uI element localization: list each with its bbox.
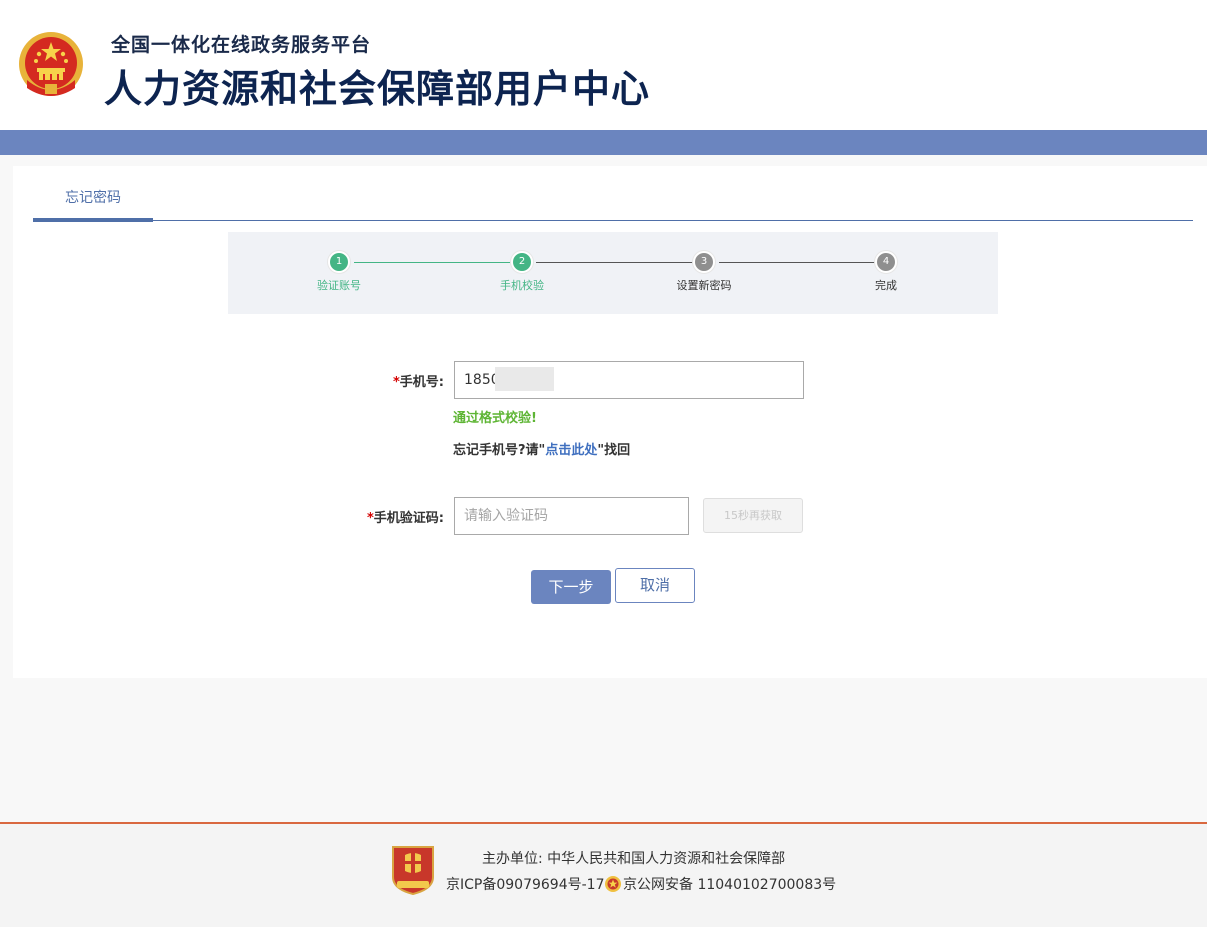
sponsor-text: 主办单位: 中华人民共和国人力资源和社会保障部: [482, 851, 786, 867]
resend-code-button[interactable]: 15秒再获取: [703, 498, 803, 533]
forgot-phone-link[interactable]: 点击此处: [545, 443, 597, 458]
step-4: 4 完成: [841, 251, 931, 293]
step-4-circle: 4: [875, 251, 897, 273]
forgot-phone-hint: 忘记手机号?请"点击此处"找回: [453, 439, 630, 458]
tab-forgot-password[interactable]: 忘记密码: [33, 188, 153, 222]
sms-code-input[interactable]: [454, 497, 689, 535]
forgot-phone-suffix: "找回: [597, 443, 631, 458]
phone-label: *手机号:: [393, 371, 444, 390]
icp-record-link[interactable]: 京ICP备09079694号-17: [446, 874, 604, 894]
cancel-button[interactable]: 取消: [615, 568, 695, 603]
national-emblem-icon: [19, 32, 83, 96]
police-badge-icon: [605, 876, 621, 892]
step-1-label: 验证账号: [317, 279, 361, 292]
step-1-circle: 1: [328, 251, 350, 273]
step-3-label: 设置新密码: [676, 279, 732, 292]
platform-subtitle: 全国一体化在线政务服务平台: [111, 34, 372, 56]
party-government-badge-icon: [392, 846, 434, 895]
sms-code-label-text: 手机验证码:: [373, 511, 444, 526]
phone-masked-digits: [495, 367, 554, 391]
required-mark: *: [366, 511, 374, 526]
step-3-circle: 3: [693, 251, 715, 273]
sms-code-label: *手机验证码:: [367, 507, 444, 526]
tab-underline: [33, 220, 1193, 221]
police-record-link[interactable]: 京公网安备 11040102700083号: [623, 874, 836, 894]
site-title: 人力资源和社会保障部用户中心: [104, 67, 651, 111]
step-3: 3 设置新密码: [659, 251, 749, 293]
step-1: 1 验证账号: [294, 251, 384, 293]
header: 全国一体化在线政务服务平台 人力资源和社会保障部用户中心: [0, 0, 1207, 130]
phone-label-text: 手机号:: [399, 375, 444, 390]
forgot-phone-prefix: 忘记手机号?请": [453, 443, 546, 458]
step-2-label: 手机校验: [500, 279, 544, 292]
header-banner-bar: [0, 130, 1207, 155]
next-step-button[interactable]: 下一步: [531, 570, 611, 604]
step-2-circle: 2: [511, 251, 533, 273]
forgot-password-card: 忘记密码 1 验证账号 2 手机校验 3 设置新密码 4 完成 *手机号: 通过…: [13, 166, 1207, 678]
step-2: 2 手机校验: [477, 251, 567, 293]
progress-steps: 1 验证账号 2 手机校验 3 设置新密码 4 完成: [228, 232, 998, 314]
required-mark: *: [392, 375, 400, 390]
step-4-label: 完成: [875, 279, 897, 292]
phone-valid-message: 通过格式校验!: [453, 411, 537, 426]
footer: 主办单位: 中华人民共和国人力资源和社会保障部 京ICP备09079694号-1…: [0, 824, 1207, 927]
